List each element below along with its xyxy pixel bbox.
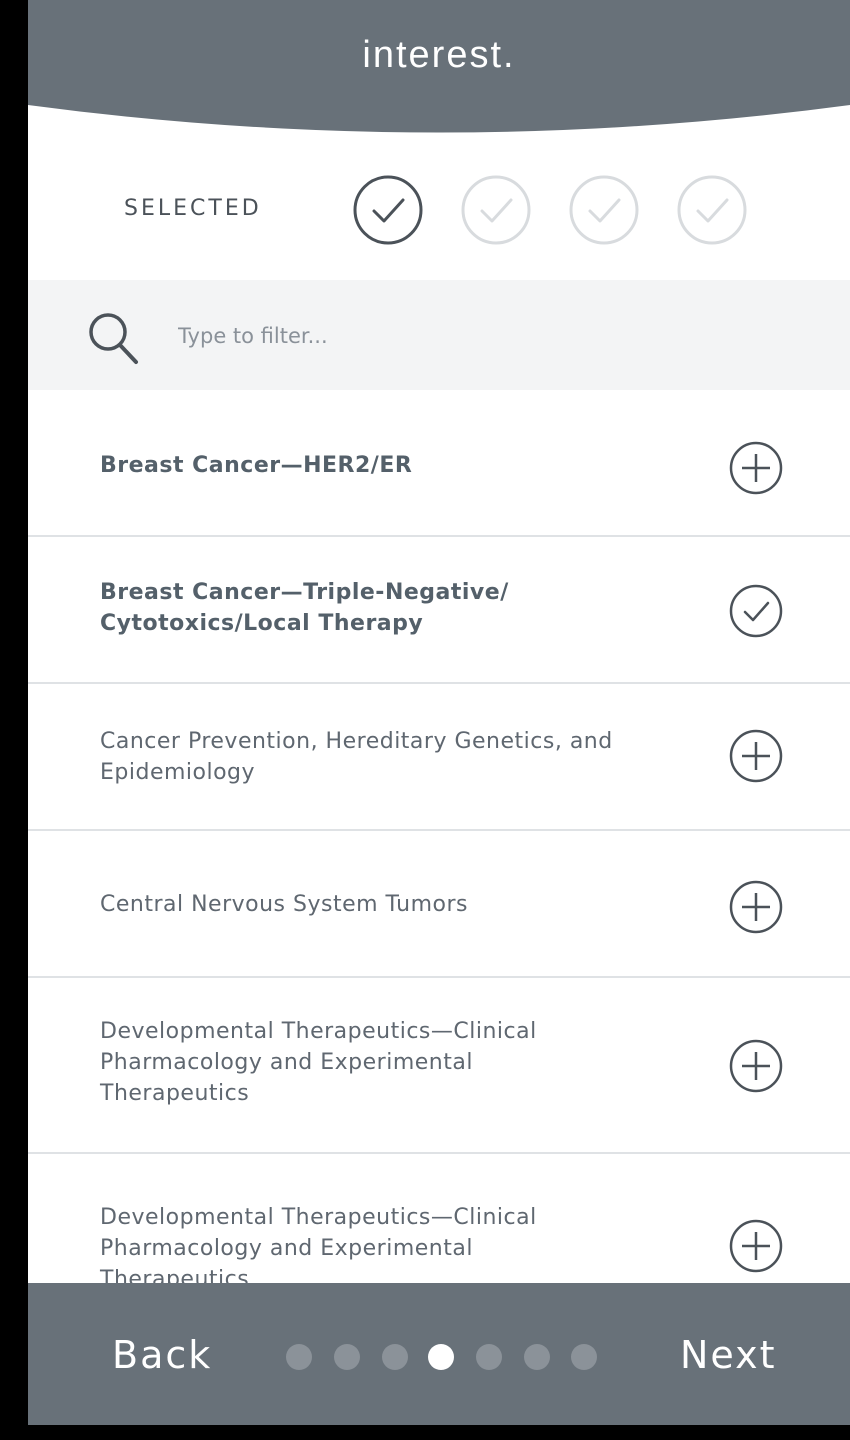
back-button[interactable]: Back <box>112 1333 212 1377</box>
list-item-label: Breast Cancer—Triple-Negative/ Cytotoxic… <box>100 580 509 636</box>
page-dot-7 <box>571 1344 597 1370</box>
selected-slot-3-check-circle-icon <box>569 175 639 245</box>
list-item[interactable]: Cancer Prevention, Hereditary Genetics, … <box>28 684 850 831</box>
list-item[interactable]: Developmental Therapeutics—Clinical Phar… <box>28 978 850 1154</box>
plus-circle-icon[interactable] <box>728 440 784 496</box>
selected-slot-4-check-circle-icon <box>677 175 747 245</box>
list-item-label: Cancer Prevention, Hereditary Genetics, … <box>100 729 613 785</box>
list-item-label: Central Nervous System Tumors <box>100 892 468 917</box>
page-dot-4-current <box>428 1344 454 1370</box>
list-item[interactable]: Breast Cancer—HER2/ER <box>28 390 850 537</box>
list-item-label: Developmental Therapeutics—Clinical Phar… <box>100 1019 537 1106</box>
topic-selection-screen: interest. SELECTED Breast Ca <box>28 0 850 1425</box>
selected-slot-2-check-circle-icon <box>461 175 531 245</box>
page-dot-2 <box>334 1344 360 1370</box>
page-dot-3 <box>382 1344 408 1370</box>
list-item-label: Developmental Therapeutics—Clinical Phar… <box>100 1205 537 1283</box>
list-item-label: Breast Cancer—HER2/ER <box>100 453 413 478</box>
next-button[interactable]: Next <box>680 1333 777 1377</box>
plus-circle-icon[interactable] <box>728 1038 784 1094</box>
list-item[interactable]: Breast Cancer—Triple-Negative/ Cytotoxic… <box>28 537 850 684</box>
page-dot-1 <box>286 1344 312 1370</box>
search-input[interactable] <box>178 318 778 354</box>
plus-circle-icon[interactable] <box>728 728 784 784</box>
page-dot-6 <box>524 1344 550 1370</box>
list-item[interactable]: Central Nervous System Tumors <box>28 831 850 978</box>
header-title: interest. <box>362 34 516 76</box>
selected-indicator: SELECTED <box>28 140 850 280</box>
plus-circle-icon[interactable] <box>728 1218 784 1274</box>
footer-nav: Back Next <box>28 1283 850 1425</box>
search-bar <box>28 280 850 390</box>
list-item[interactable]: Developmental Therapeutics—Clinical Phar… <box>28 1154 850 1283</box>
selected-label: SELECTED <box>124 196 262 221</box>
selected-slot-1-check-circle-icon <box>353 175 423 245</box>
plus-circle-icon[interactable] <box>728 879 784 935</box>
page-dot-5 <box>476 1344 502 1370</box>
topic-list: Breast Cancer—HER2/ER Breast Cancer—Trip… <box>28 390 850 1283</box>
check-circle-icon[interactable] <box>728 583 784 639</box>
search-icon[interactable] <box>86 310 146 370</box>
header: interest. <box>28 0 850 140</box>
